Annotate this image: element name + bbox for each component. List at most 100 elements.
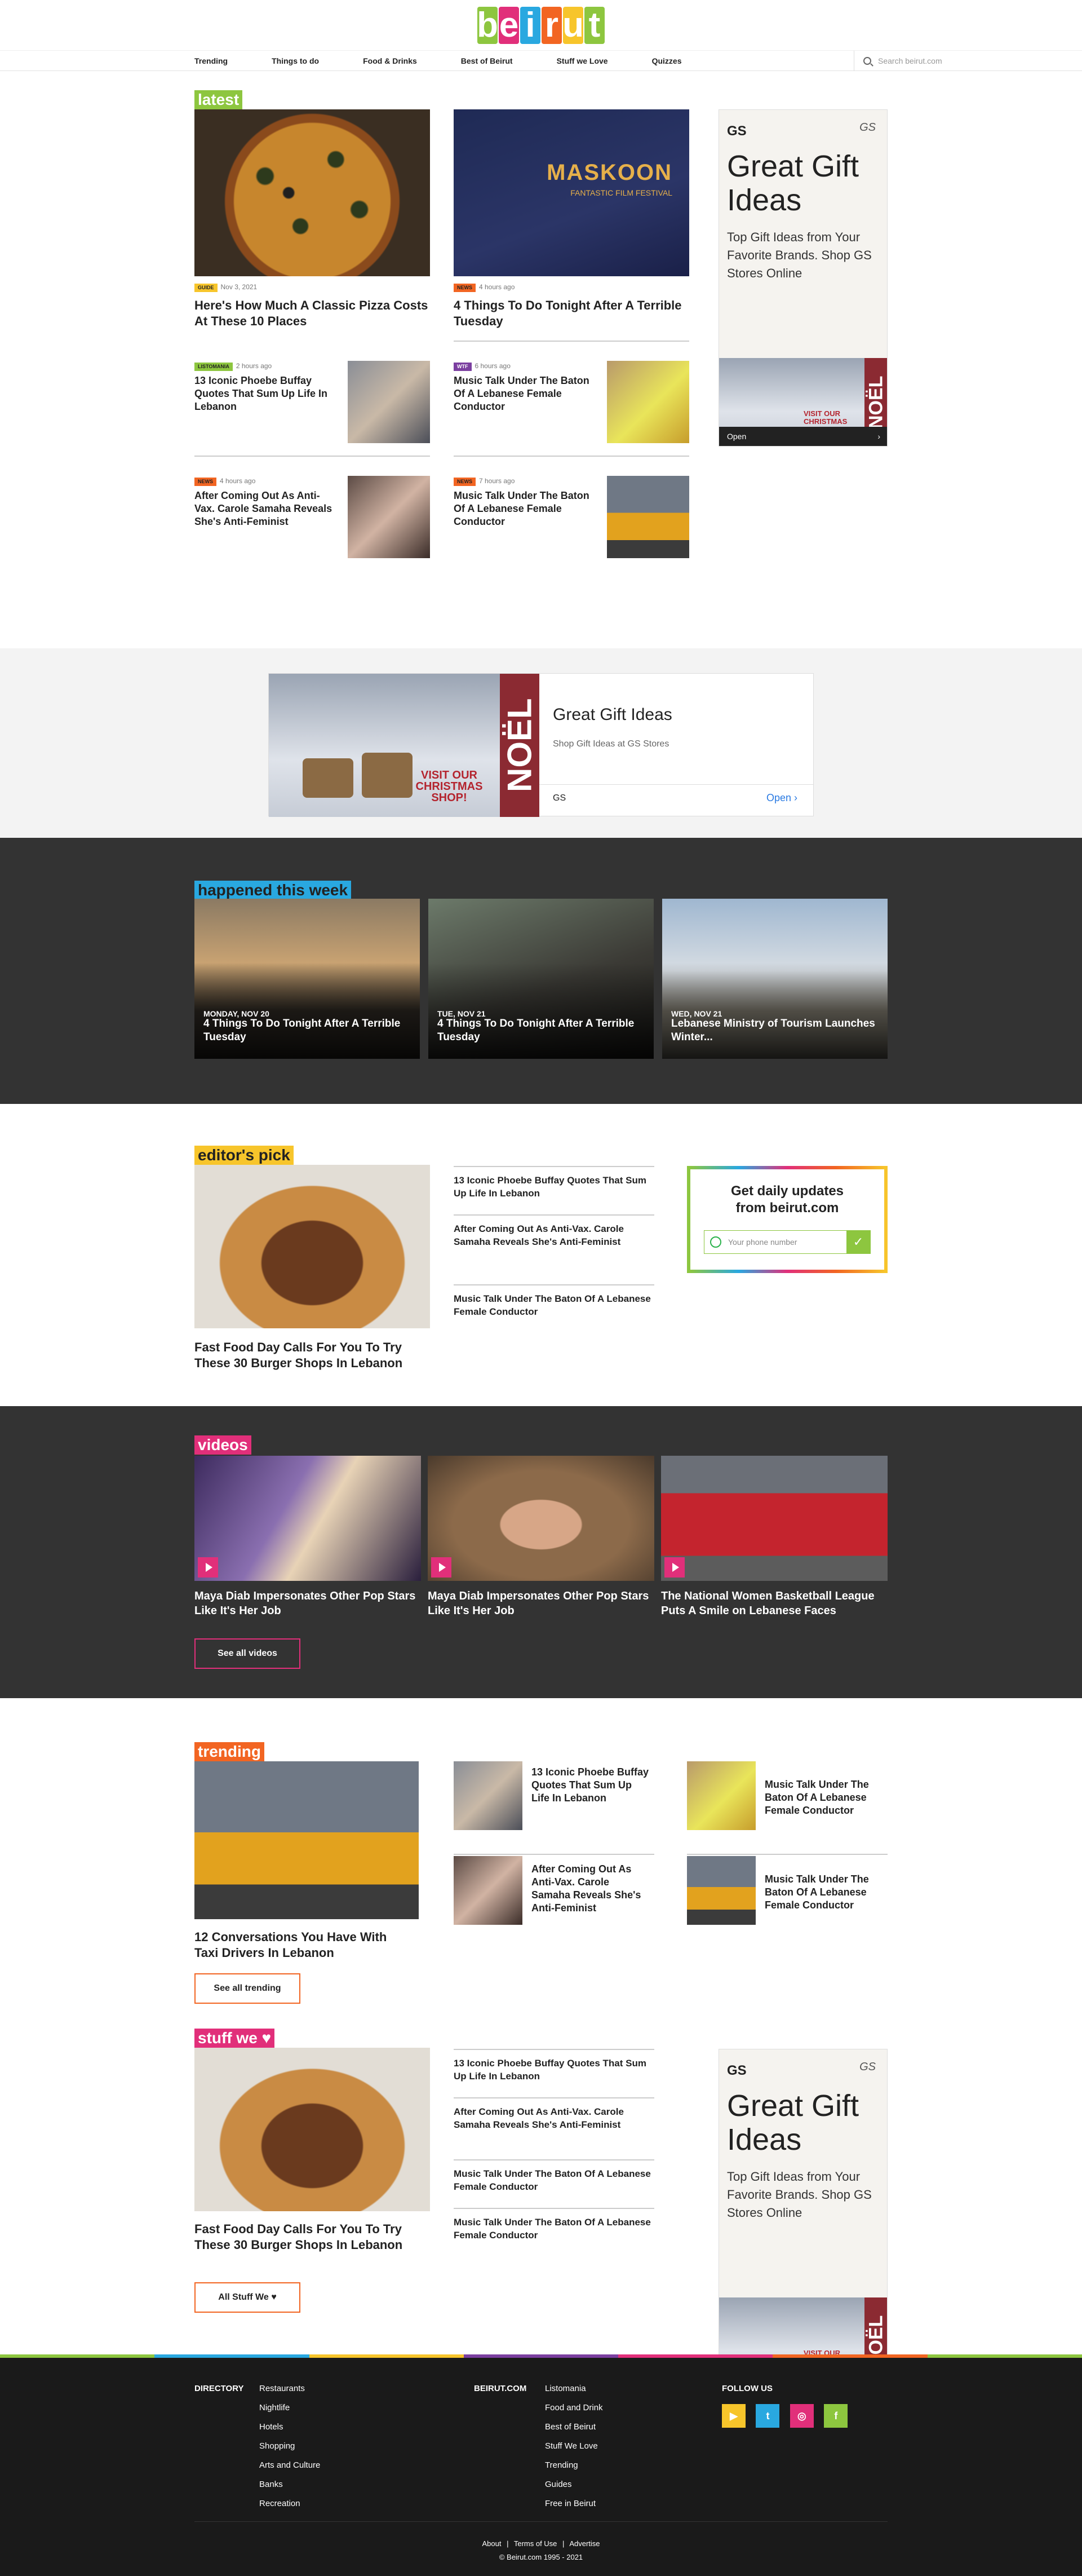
article-title[interactable]: 4 Things To Do Tonight After A Terrible … (454, 298, 689, 329)
footer-link[interactable]: Free in Beirut (545, 2494, 603, 2513)
week-title[interactable]: 4 Things To Do Tonight After A Terrible … (437, 1017, 645, 1044)
article-title[interactable]: Music Talk Under The Baton Of A Lebanese… (765, 1873, 883, 1912)
list-item[interactable]: LISTOMANIA 2 hours ago 13 Iconic Phoebe B… (194, 361, 430, 443)
ad-open-button[interactable]: Open › (766, 792, 797, 804)
instagram-icon[interactable]: ◎ (790, 2404, 814, 2428)
article-image-poster[interactable]: MASKOON FANTASTIC FILM FESTIVAL (454, 109, 689, 276)
video-card[interactable]: The National Women Basketball League Put… (661, 1456, 888, 1618)
stuff-main-title[interactable]: Fast Food Day Calls For You To Try These… (194, 2221, 420, 2253)
week-title[interactable]: Lebanese Ministry of Tourism Launches Wi… (671, 1017, 879, 1044)
article-thumbnail[interactable] (607, 361, 689, 443)
week-card[interactable]: WED, NOV 21 Lebanese Ministry of Tourism… (662, 899, 888, 1059)
article-card[interactable]: NEWS 4 hours ago 4 Things To Do Tonight A… (454, 282, 689, 329)
week-card[interactable]: MONDAY, NOV 20 4 Things To Do Tonight Af… (194, 899, 420, 1059)
sidebar-ad[interactable]: GS GS Great Gift Ideas Top Gift Ideas fr… (719, 2049, 888, 2386)
list-item[interactable]: NEWS 4 hours ago After Coming Out As Anti… (194, 476, 430, 558)
footer-advertise-link[interactable]: Advertise (569, 2539, 600, 2548)
list-item[interactable]: After Coming Out As Anti-Vax. Carole Sam… (454, 2097, 654, 2151)
footer-link[interactable]: Shopping (259, 2437, 320, 2456)
play-icon[interactable] (664, 1557, 685, 1578)
trending-main-title[interactable]: 12 Conversations You Have With Taxi Driv… (194, 1929, 409, 1961)
footer-link[interactable]: Arts and Culture (259, 2456, 320, 2475)
nav-quizzes[interactable]: Quizzes (652, 56, 682, 65)
list-item[interactable]: Music Talk Under The Baton Of A Lebanese… (687, 1856, 888, 1929)
week-title[interactable]: 4 Things To Do Tonight After A Terrible … (203, 1017, 411, 1044)
video-thumbnail[interactable] (194, 1456, 421, 1581)
article-title[interactable]: Music Talk Under The Baton Of A Lebanese… (765, 1778, 883, 1817)
play-icon[interactable] (431, 1557, 451, 1578)
footer-link[interactable]: Best of Beirut (545, 2418, 603, 2437)
site-logo[interactable]: b e i r u t (477, 6, 605, 45)
footer-link[interactable]: Food and Drink (545, 2398, 603, 2418)
video-title[interactable]: The National Women Basketball League Put… (661, 1589, 888, 1618)
nav-stuff-we-love[interactable]: Stuff we Love (557, 56, 608, 65)
article-image-pizza[interactable] (194, 109, 430, 276)
wide-ad[interactable]: VISIT OUR CHRISTMAS SHOP! NOËL Great Gif… (268, 673, 814, 817)
footer-link[interactable]: Hotels (259, 2418, 320, 2437)
nav-food-drinks[interactable]: Food & Drinks (363, 56, 417, 65)
youtube-icon[interactable]: ▶ (722, 2404, 746, 2428)
sidebar-ad[interactable]: GS GS Great Gift Ideas Top Gift Ideas fr… (719, 109, 888, 447)
article-card[interactable]: GUIDE Nov 3, 2021 Here's How Much A Class… (194, 282, 430, 329)
see-all-trending-button[interactable]: See all trending (194, 1973, 300, 2004)
list-item[interactable]: Music Talk Under The Baton Of A Lebanese… (454, 1284, 654, 1325)
week-card[interactable]: TUE, NOV 21 4 Things To Do Tonight After… (428, 899, 654, 1059)
nav-things-to-do[interactable]: Things to do (272, 56, 319, 65)
list-item[interactable]: After Coming Out As Anti-Vax. Carole Sam… (454, 1214, 654, 1276)
article-thumbnail[interactable] (348, 361, 430, 443)
article-title[interactable]: 13 Iconic Phoebe Buffay Quotes That Sum … (531, 1766, 650, 1805)
list-item[interactable]: Music Talk Under The Baton Of A Lebanese… (454, 2159, 654, 2200)
list-item[interactable]: WTF 6 hours ago Music Talk Under The Bato… (454, 361, 689, 443)
article-title[interactable]: Music Talk Under The Baton Of A Lebanese… (454, 489, 595, 528)
footer-link[interactable]: Banks (259, 2475, 320, 2494)
article-title[interactable]: Music Talk Under The Baton Of A Lebanese… (454, 374, 595, 413)
article-thumbnail[interactable] (687, 1856, 756, 1925)
list-item[interactable]: 13 Iconic Phoebe Buffay Quotes That Sum … (454, 1166, 654, 1207)
footer-link[interactable]: Listomania (545, 2379, 603, 2398)
submit-check-icon[interactable]: ✓ (846, 1231, 870, 1253)
footer-terms-link[interactable]: Terms of Use (514, 2539, 557, 2548)
footer-link[interactable]: Recreation (259, 2494, 320, 2513)
article-title[interactable]: After Coming Out As Anti-Vax. Carole Sam… (194, 489, 335, 528)
see-all-videos-button[interactable]: See all videos (194, 1638, 300, 1669)
video-title[interactable]: Maya Diab Impersonates Other Pop Stars L… (428, 1589, 654, 1618)
facebook-icon[interactable]: f (824, 2404, 848, 2428)
video-thumbnail[interactable] (428, 1456, 654, 1581)
list-item[interactable]: Music Talk Under The Baton Of A Lebanese… (454, 2208, 654, 2248)
search-input[interactable]: Search beirut.com (854, 51, 995, 71)
burger-image[interactable] (194, 1165, 430, 1328)
editors-main-title[interactable]: Fast Food Day Calls For You To Try These… (194, 1340, 437, 1371)
list-item[interactable]: 13 Iconic Phoebe Buffay Quotes That Sum … (454, 1761, 654, 1855)
footer-link[interactable]: Stuff We Love (545, 2437, 603, 2456)
footer-link[interactable]: Trending (545, 2456, 603, 2475)
play-icon[interactable] (198, 1557, 218, 1578)
nav-trending[interactable]: Trending (194, 56, 228, 65)
video-card[interactable]: Maya Diab Impersonates Other Pop Stars L… (428, 1456, 654, 1618)
video-thumbnail[interactable] (661, 1456, 888, 1581)
article-thumbnail[interactable] (607, 476, 689, 558)
all-stuff-we-love-button[interactable]: All Stuff We ♥ (194, 2282, 300, 2313)
footer-link[interactable]: Nightlife (259, 2398, 320, 2418)
taxi-image[interactable] (194, 1761, 419, 1919)
article-thumbnail[interactable] (454, 1761, 522, 1830)
article-thumbnail[interactable] (348, 476, 430, 558)
list-item[interactable]: NEWS 7 hours ago Music Talk Under The Bat… (454, 476, 689, 558)
article-thumbnail[interactable] (687, 1761, 756, 1830)
video-title[interactable]: Maya Diab Impersonates Other Pop Stars L… (194, 1589, 421, 1618)
list-item[interactable]: 13 Iconic Phoebe Buffay Quotes That Sum … (454, 2049, 654, 2089)
article-thumbnail[interactable] (454, 1856, 522, 1925)
ad-open-button[interactable]: Open › (719, 427, 887, 446)
article-title[interactable]: After Coming Out As Anti-Vax. Carole Sam… (531, 1863, 650, 1915)
article-title[interactable]: 13 Iconic Phoebe Buffay Quotes That Sum … (194, 374, 335, 413)
video-card[interactable]: Maya Diab Impersonates Other Pop Stars L… (194, 1456, 421, 1618)
twitter-icon[interactable]: t (756, 2404, 780, 2428)
article-title[interactable]: Here's How Much A Classic Pizza Costs At… (194, 298, 430, 329)
phone-input[interactable]: Your phone number ✓ (704, 1230, 871, 1254)
burger-image[interactable] (194, 2048, 430, 2211)
list-item[interactable]: After Coming Out As Anti-Vax. Carole Sam… (454, 1856, 654, 1929)
footer-link[interactable]: Restaurants (259, 2379, 320, 2398)
list-item[interactable]: Music Talk Under The Baton Of A Lebanese… (687, 1761, 888, 1855)
footer-about-link[interactable]: About (482, 2539, 501, 2548)
nav-best-of-beirut[interactable]: Best of Beirut (461, 56, 513, 65)
footer-link[interactable]: Guides (545, 2475, 603, 2494)
